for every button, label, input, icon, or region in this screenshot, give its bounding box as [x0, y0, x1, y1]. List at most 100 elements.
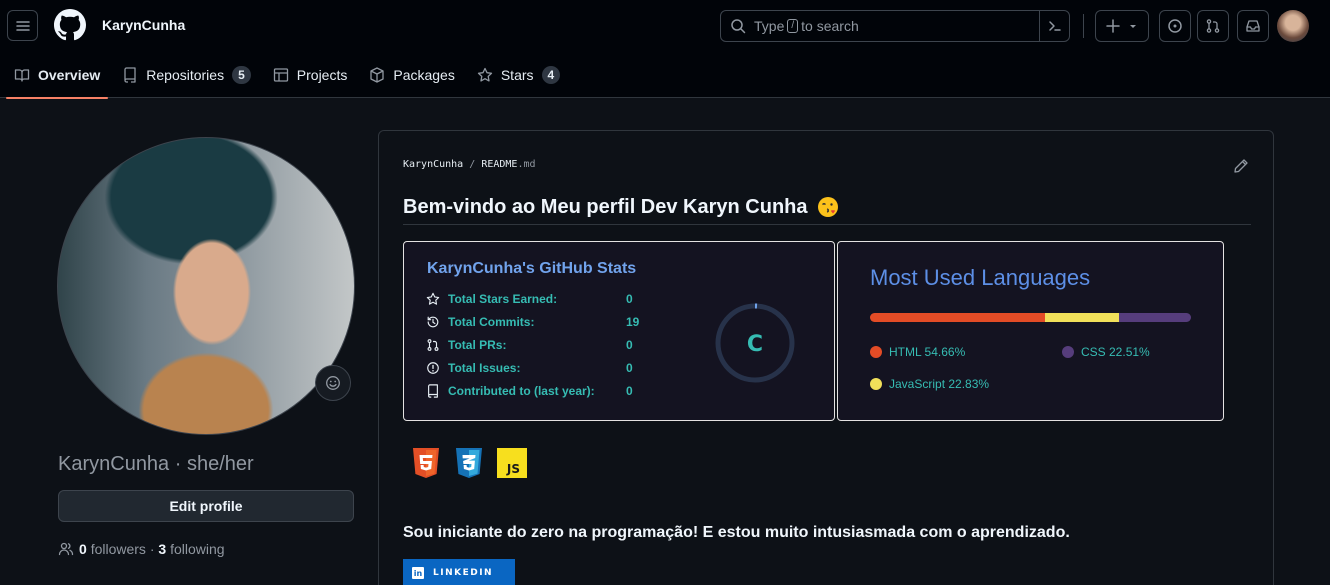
css3-icon[interactable] — [454, 447, 484, 479]
language-label: HTML 54.66% — [889, 345, 966, 359]
profile-tabs: Overview Repositories 5 Projects Package… — [0, 52, 568, 99]
plus-icon — [1106, 19, 1120, 33]
people-icon — [58, 542, 74, 556]
tab-projects[interactable]: Projects — [265, 52, 356, 98]
smiley-icon — [326, 376, 340, 390]
issues-button[interactable] — [1159, 10, 1191, 42]
stat-row-stars: Total Stars Earned: 0 — [426, 290, 666, 308]
menu-button[interactable] — [7, 10, 38, 41]
tech-badges: JS — [411, 447, 540, 479]
languages-card-title: Most Used Languages — [870, 265, 1091, 290]
html-bar-segment — [870, 313, 1046, 322]
svg-text:JS: JS — [506, 462, 520, 476]
user-avatar-menu[interactable] — [1277, 10, 1309, 42]
linkedin-icon: in — [412, 567, 424, 579]
command-palette-button[interactable] — [1039, 11, 1069, 41]
followers-count: 0 — [79, 541, 87, 557]
rank-grade: C — [747, 332, 763, 357]
css-dot — [1062, 346, 1074, 358]
search-placeholder-after: to search — [801, 18, 859, 34]
tab-stars[interactable]: Stars 4 — [469, 52, 568, 98]
linkedin-label: LINKEDIN — [433, 568, 494, 578]
crumb-separator: / — [469, 159, 476, 170]
tab-overview[interactable]: Overview — [6, 52, 109, 99]
github-logo-icon[interactable] — [54, 9, 86, 41]
tab-packages[interactable]: Packages — [361, 52, 462, 98]
stat-label: Total Issues: — [448, 361, 521, 375]
stat-label: Total PRs: — [448, 338, 507, 352]
star-icon — [426, 292, 440, 305]
language-item-css: CSS 22.51% — [1062, 345, 1150, 359]
pencil-icon[interactable] — [1233, 158, 1249, 174]
github-stats-card[interactable]: KarynCunha's GitHub Stats Total Stars Ea… — [403, 241, 835, 421]
pull-requests-button[interactable] — [1197, 10, 1229, 42]
language-label: CSS 22.51% — [1081, 345, 1150, 359]
pull-request-icon — [427, 339, 439, 351]
stats-card-title: KarynCunha's GitHub Stats — [427, 260, 637, 277]
inbox-button[interactable] — [1237, 10, 1269, 42]
inbox-icon — [1246, 20, 1260, 32]
create-new-button[interactable] — [1095, 10, 1149, 42]
package-icon — [370, 67, 385, 83]
following-label: following — [170, 541, 225, 557]
repositories-count: 5 — [232, 66, 251, 84]
search-placeholder-before: Type — [754, 18, 785, 34]
star-icon — [477, 67, 492, 82]
javascript-dot — [870, 378, 882, 390]
issue-opened-icon — [1168, 19, 1182, 33]
tab-label: Packages — [393, 67, 455, 83]
set-status-button[interactable] — [315, 365, 351, 401]
edit-profile-button[interactable]: Edit profile — [58, 490, 354, 522]
readme-breadcrumb: KarynCunha / README.md — [403, 159, 536, 170]
profile-nickname-pronouns: KarynCunha · she/her — [58, 453, 254, 475]
crumb-extension: .md — [517, 159, 536, 170]
global-header: KarynCunha Type / to search Overview Rep… — [0, 0, 1330, 99]
crumb-file: README — [481, 159, 518, 170]
followers-link[interactable]: 0 followers — [79, 541, 146, 557]
stat-value: 0 — [626, 292, 633, 306]
stat-value: 19 — [626, 315, 640, 329]
profile-avatar[interactable] — [57, 137, 355, 435]
header-username[interactable]: KarynCunha — [102, 17, 185, 33]
tab-label: Projects — [296, 67, 348, 83]
terminal-icon — [1048, 21, 1061, 31]
tab-label: Overview — [38, 67, 101, 83]
heading-divider — [403, 224, 1251, 225]
stat-row-issues: Total Issues: 0 — [426, 359, 666, 377]
top-languages-card[interactable]: Most Used Languages HTML 54.66% CSS 22.5… — [837, 241, 1224, 421]
stat-label: Total Commits: — [448, 315, 535, 329]
tab-label: Stars — [500, 67, 534, 83]
linkedin-badge-link[interactable]: in LINKEDIN — [403, 559, 515, 585]
stat-row-prs: Total PRs: 0 — [426, 336, 666, 354]
language-item-javascript: JavaScript 22.83% — [870, 377, 989, 391]
javascript-icon[interactable]: JS — [497, 447, 527, 479]
rank-ring: C — [715, 303, 795, 383]
search-input[interactable]: Type / to search — [720, 10, 1070, 42]
follow-separator: · — [149, 541, 155, 557]
following-count: 3 — [158, 541, 167, 557]
stat-label: Total Stars Earned: — [448, 292, 558, 306]
kissing-face-emoji-icon — [817, 197, 838, 217]
header-divider — [1083, 14, 1084, 38]
search-icon — [731, 19, 746, 34]
html-dot — [870, 346, 882, 358]
readme-intro-text: Sou iniciante do zero na programação! E … — [403, 524, 1070, 541]
readme-heading-text: Bem-vindo ao Meu perfil Dev Karyn Cunha — [403, 195, 808, 218]
stars-count: 4 — [541, 66, 561, 84]
tab-label: Repositories — [146, 67, 225, 83]
triangle-down-icon — [1130, 25, 1136, 28]
search-shortcut-key: / — [787, 19, 799, 33]
hamburger-icon — [15, 20, 30, 31]
following-link[interactable]: 3 following — [158, 541, 224, 557]
crumb-user[interactable]: KarynCunha — [403, 159, 463, 170]
tab-repositories[interactable]: Repositories 5 — [114, 52, 259, 98]
git-pull-request-icon — [1206, 19, 1220, 33]
html5-icon[interactable] — [411, 447, 441, 479]
stat-row-contributed: Contributed to (last year): 0 — [426, 382, 666, 400]
stat-value: 0 — [626, 361, 633, 375]
followers-label: followers — [90, 541, 146, 557]
history-icon — [427, 316, 439, 328]
follow-stats: 0 followers · 3 following — [58, 541, 225, 557]
stat-row-commits: Total Commits: 19 — [426, 313, 666, 331]
languages-progress-bar — [870, 313, 1191, 322]
